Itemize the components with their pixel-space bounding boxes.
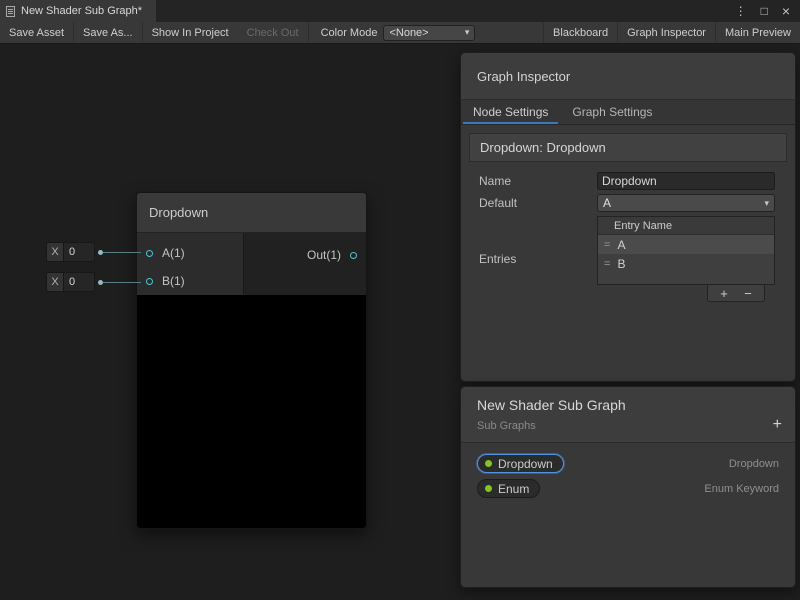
name-field-row: Name bbox=[479, 172, 775, 190]
blackboard-title: New Shader Sub Graph bbox=[477, 397, 779, 413]
port-circle-out[interactable] bbox=[350, 252, 357, 259]
entry-value: B bbox=[617, 257, 625, 271]
entries-footer: + − bbox=[597, 285, 775, 302]
blackboard-item-enum[interactable]: Enum bbox=[477, 479, 540, 498]
blackboard-row-enum: Enum Enum Keyword bbox=[461, 476, 795, 501]
show-in-project-button[interactable]: Show In Project bbox=[143, 22, 238, 43]
tab-title: New Shader Sub Graph* bbox=[21, 5, 142, 17]
save-asset-button[interactable]: Save Asset bbox=[0, 22, 73, 43]
node-header[interactable]: Dropdown bbox=[137, 193, 366, 233]
port-circle-b[interactable] bbox=[146, 278, 153, 285]
entries-list-header: Entry Name bbox=[598, 217, 774, 235]
default-field-row: Default A ▾ bbox=[479, 194, 775, 212]
component-label: X bbox=[47, 243, 63, 261]
entries-footer-buttons: + − bbox=[707, 285, 765, 302]
graph-inspector-toggle-button[interactable]: Graph Inspector bbox=[618, 22, 715, 43]
graph-inspector-panel: Graph Inspector Node Settings Graph Sett… bbox=[460, 52, 796, 382]
entry-row-a[interactable]: = A bbox=[598, 235, 774, 254]
window-controls: ⋮ □ × bbox=[735, 0, 800, 22]
title-bar: New Shader Sub Graph* ⋮ □ × bbox=[0, 0, 800, 22]
default-dropdown[interactable]: A ▾ bbox=[597, 194, 775, 212]
port-label-a: A(1) bbox=[162, 246, 185, 260]
shader-graph-toolbar: Save Asset Save As... Show In Project Ch… bbox=[0, 22, 800, 44]
port-label-b: B(1) bbox=[162, 274, 185, 288]
shader-graph-asset-icon bbox=[6, 6, 15, 17]
output-port-out[interactable]: Out(1) bbox=[307, 241, 357, 269]
add-property-button[interactable]: + bbox=[773, 417, 782, 433]
main-preview-toggle-button[interactable]: Main Preview bbox=[716, 22, 800, 43]
entry-value: A bbox=[617, 238, 625, 252]
node-input-column: A(1) B(1) bbox=[137, 233, 244, 295]
entries-label: Entries bbox=[479, 252, 597, 266]
drag-handle-icon[interactable]: = bbox=[604, 258, 610, 270]
default-value: A bbox=[603, 196, 611, 210]
input-port-b[interactable]: B(1) bbox=[137, 267, 243, 295]
port-input-widget-a: X 0 bbox=[46, 242, 141, 262]
entries-spacer bbox=[598, 273, 774, 284]
entry-row-b[interactable]: = B bbox=[598, 254, 774, 273]
keyword-dot-icon bbox=[485, 460, 492, 467]
color-mode-value: <None> bbox=[389, 27, 428, 39]
remove-entry-button[interactable]: − bbox=[738, 286, 758, 300]
check-out-button[interactable]: Check Out bbox=[238, 22, 308, 43]
item-name: Enum bbox=[498, 482, 529, 496]
item-name: Dropdown bbox=[498, 457, 553, 471]
port-label-out: Out(1) bbox=[307, 248, 341, 262]
port-input-widget-b: X 0 bbox=[46, 272, 141, 292]
chevron-down-icon: ▾ bbox=[465, 27, 470, 38]
name-label: Name bbox=[479, 174, 597, 188]
drag-handle-icon[interactable]: = bbox=[604, 239, 610, 251]
node-settings-section-header: Dropdown: Dropdown bbox=[469, 133, 787, 162]
inspector-title: Graph Inspector bbox=[461, 53, 795, 100]
entry-name-header: Entry Name bbox=[614, 220, 672, 232]
entries-field-row: Entries Entry Name = A = B bbox=[479, 216, 775, 302]
component-label: X bbox=[47, 273, 63, 291]
node-title: Dropdown bbox=[149, 205, 208, 220]
edge-line bbox=[103, 282, 141, 283]
blackboard-item-dropdown[interactable]: Dropdown bbox=[477, 454, 564, 473]
entries-list-container: Entry Name = A = B + − bbox=[597, 216, 775, 302]
vector1-field-b[interactable]: X 0 bbox=[46, 272, 95, 292]
node-preview bbox=[137, 295, 366, 528]
tab-graph-settings[interactable]: Graph Settings bbox=[560, 100, 664, 124]
window-menu-icon[interactable]: ⋮ bbox=[735, 5, 747, 17]
value-field-a[interactable]: 0 bbox=[63, 243, 94, 261]
color-mode-label: Color Mode bbox=[309, 27, 384, 39]
blackboard-row-dropdown: Dropdown Dropdown bbox=[461, 451, 795, 476]
inspector-tabs: Node Settings Graph Settings bbox=[461, 100, 795, 125]
value-field-b[interactable]: 0 bbox=[63, 273, 94, 291]
chevron-down-icon: ▾ bbox=[764, 198, 769, 209]
vector1-field-a[interactable]: X 0 bbox=[46, 242, 95, 262]
port-circle-a[interactable] bbox=[146, 250, 153, 257]
blackboard-panel: New Shader Sub Graph Sub Graphs + Dropdo… bbox=[460, 386, 796, 588]
save-as-button[interactable]: Save As... bbox=[74, 22, 142, 43]
maximize-icon[interactable]: □ bbox=[761, 5, 768, 17]
item-type: Dropdown bbox=[729, 458, 779, 470]
entries-list: Entry Name = A = B bbox=[597, 216, 775, 285]
item-type: Enum Keyword bbox=[704, 483, 779, 495]
blackboard-items: Dropdown Dropdown Enum Enum Keyword bbox=[461, 443, 795, 509]
input-port-a[interactable]: A(1) bbox=[137, 239, 243, 267]
node-settings-fields: Name Default A ▾ Entries Entry Name = A bbox=[461, 162, 795, 302]
dropdown-node[interactable]: Dropdown A(1) B(1) Out(1) bbox=[136, 192, 367, 529]
document-tab[interactable]: New Shader Sub Graph* bbox=[0, 0, 156, 22]
blackboard-toggle-button[interactable]: Blackboard bbox=[544, 22, 617, 43]
node-body: A(1) B(1) Out(1) bbox=[137, 233, 366, 295]
toolbar-right-group: Blackboard Graph Inspector Main Preview bbox=[543, 22, 800, 43]
color-mode-dropdown[interactable]: <None> ▾ bbox=[383, 25, 475, 41]
edge-line bbox=[103, 252, 141, 253]
add-entry-button[interactable]: + bbox=[714, 286, 734, 300]
default-label: Default bbox=[479, 196, 597, 210]
blackboard-header: New Shader Sub Graph Sub Graphs + bbox=[461, 387, 795, 443]
blackboard-subtitle: Sub Graphs bbox=[477, 420, 779, 432]
close-icon[interactable]: × bbox=[782, 4, 790, 18]
keyword-dot-icon bbox=[485, 485, 492, 492]
name-input[interactable] bbox=[597, 172, 775, 190]
tab-node-settings[interactable]: Node Settings bbox=[461, 100, 560, 124]
